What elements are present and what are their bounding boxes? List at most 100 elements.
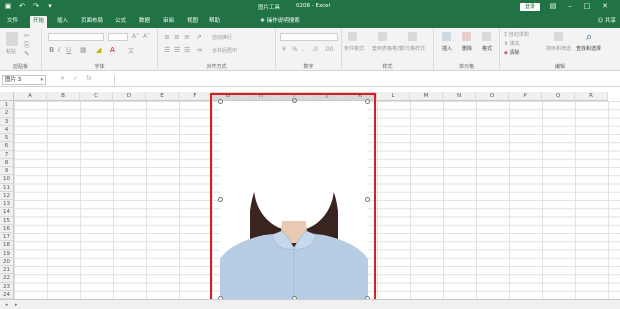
percent-icon[interactable]: % [292, 46, 298, 53]
number-format-box[interactable] [280, 33, 338, 41]
column-header-p[interactable]: P [509, 92, 542, 101]
decrease-decimal-icon[interactable]: .00 [324, 46, 334, 53]
row-header-15[interactable]: 15 [0, 216, 14, 225]
table-format-icon[interactable] [378, 32, 387, 41]
grow-font-icon[interactable]: A˄ [132, 33, 139, 40]
cell-styles-icon[interactable] [408, 32, 417, 41]
tab-page-layout[interactable]: 页面布局 [78, 16, 106, 28]
align-bottom-icon[interactable]: ≡ [184, 33, 190, 41]
cell-styles-button[interactable]: 单元格样式 [400, 45, 425, 52]
rotate-handle[interactable] [292, 98, 297, 103]
close-icon[interactable]: ✕ [600, 2, 610, 11]
font-color-icon[interactable]: A [110, 46, 115, 54]
fill-button[interactable]: ⬇ 填充 [504, 40, 520, 47]
row-header-6[interactable]: 6 [0, 142, 14, 151]
column-header-q[interactable]: Q [542, 92, 575, 101]
increase-decimal-icon[interactable]: .0 [312, 46, 318, 53]
redo-icon[interactable]: ↷ [32, 2, 40, 11]
font-name-box[interactable] [48, 33, 104, 41]
copy-icon[interactable]: ⎘ [24, 41, 30, 50]
column-header-m[interactable]: M [410, 92, 443, 101]
share-button[interactable]: ☺ 共享 [598, 16, 617, 27]
row-header-9[interactable]: 9 [0, 167, 14, 176]
row-header-24[interactable]: 24 [0, 290, 14, 299]
format-cells-icon[interactable] [482, 32, 491, 41]
select-all-corner[interactable] [0, 92, 14, 101]
tab-view[interactable]: 视图 [184, 16, 201, 28]
save-icon[interactable]: ▣ [4, 2, 12, 11]
row-header-18[interactable]: 18 [0, 241, 14, 250]
tab-formulas[interactable]: 公式 [112, 16, 129, 28]
undo-icon[interactable]: ↶ [18, 2, 26, 11]
delete-cells-button[interactable]: 删除 [462, 45, 472, 52]
sort-filter-icon[interactable] [554, 32, 563, 41]
row-header-4[interactable]: 4 [0, 125, 14, 134]
borders-icon[interactable]: ▦ [80, 46, 87, 54]
row-header-5[interactable]: 5 [0, 134, 14, 143]
row-header-16[interactable]: 16 [0, 224, 14, 233]
column-header-b[interactable]: B [47, 92, 80, 101]
column-header-c[interactable]: C [80, 92, 113, 101]
row-header-21[interactable]: 21 [0, 266, 14, 275]
align-left-icon[interactable]: ☰ [164, 46, 170, 54]
italic-icon[interactable]: I [58, 46, 60, 54]
sheet-scroll-left-icon[interactable]: ◂ [2, 301, 11, 309]
row-header-14[interactable]: 14 [0, 208, 14, 217]
column-header-e[interactable]: E [146, 92, 179, 101]
format-cells-button[interactable]: 格式 [482, 45, 492, 52]
cancel-icon[interactable]: ✕ [60, 75, 65, 82]
tell-me-search[interactable]: ❖ 操作说明搜索 [260, 16, 300, 27]
ribbon-display-icon[interactable]: ▤ [548, 2, 558, 11]
wrap-text-button[interactable]: 自动换行 [212, 34, 232, 41]
formula-input[interactable] [114, 75, 616, 85]
delete-cells-icon[interactable] [462, 32, 471, 41]
row-header-8[interactable]: 8 [0, 158, 14, 167]
currency-icon[interactable]: ¥ [282, 46, 286, 53]
sheet-scroll-right-icon[interactable]: ▸ [12, 301, 21, 309]
enter-icon[interactable]: ✓ [73, 75, 78, 82]
tab-help[interactable]: 帮助 [206, 16, 223, 28]
row-header-23[interactable]: 23 [0, 282, 14, 291]
login-button[interactable]: 登录 [520, 3, 540, 11]
font-size-box[interactable] [108, 33, 128, 41]
phonetic-icon[interactable]: 文 [128, 46, 134, 55]
tab-insert[interactable]: 插入 [54, 16, 71, 28]
sort-filter-button[interactable]: 排序和筛选 [546, 45, 571, 52]
row-header-11[interactable]: 11 [0, 183, 14, 192]
align-right-icon[interactable]: ☰ [184, 46, 190, 54]
paste-icon[interactable] [6, 32, 18, 46]
tab-data[interactable]: 数据 [136, 16, 153, 28]
conditional-format-icon[interactable] [348, 32, 357, 41]
row-header-19[interactable]: 19 [0, 249, 14, 258]
bold-icon[interactable]: B [49, 46, 54, 54]
row-header-20[interactable]: 20 [0, 257, 14, 266]
tab-home[interactable]: 开始 [30, 16, 48, 28]
resize-handle-top-left[interactable] [218, 99, 223, 104]
align-center-icon[interactable]: ☰ [174, 46, 180, 54]
row-header-3[interactable]: 3 [0, 117, 14, 126]
resize-handle-top-right[interactable] [365, 99, 370, 104]
row-header-12[interactable]: 12 [0, 191, 14, 200]
column-header-n[interactable]: N [443, 92, 476, 101]
customize-qat-icon[interactable]: ▾ [46, 2, 54, 11]
row-header-1[interactable]: 1 [0, 101, 14, 110]
maximize-icon[interactable]: □ [582, 2, 592, 11]
row-header-22[interactable]: 22 [0, 274, 14, 283]
table-format-button[interactable]: 套用表格格式 [372, 45, 402, 52]
find-select-button[interactable]: 查找和选择 [576, 45, 601, 52]
tab-file[interactable]: 文件 [4, 16, 21, 28]
column-header-r[interactable]: R [575, 92, 608, 101]
minimize-icon[interactable]: – [565, 2, 575, 11]
row-header-7[interactable]: 7 [0, 150, 14, 159]
row-header-17[interactable]: 17 [0, 233, 14, 242]
column-header-a[interactable]: A [14, 92, 47, 101]
row-header-10[interactable]: 10 [0, 175, 14, 184]
resize-handle-left[interactable] [218, 197, 223, 202]
underline-icon[interactable]: U [66, 46, 71, 54]
orientation-icon[interactable]: ↗ [196, 33, 202, 41]
insert-cells-button[interactable]: 插入 [442, 45, 452, 52]
clear-button[interactable]: ◆ 清除 [504, 49, 519, 56]
column-header-l[interactable]: L [377, 92, 410, 101]
shrink-font-icon[interactable]: A˅ [143, 33, 150, 40]
align-middle-icon[interactable]: ≡ [174, 33, 180, 41]
